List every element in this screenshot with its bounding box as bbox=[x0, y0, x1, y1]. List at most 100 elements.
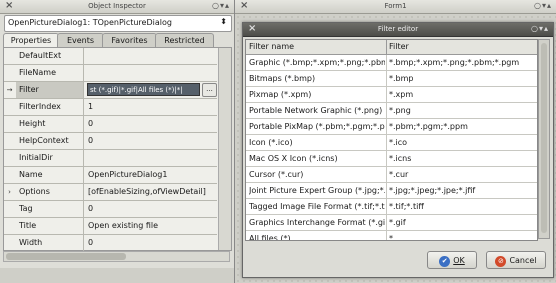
column-divider bbox=[386, 215, 387, 230]
table-row[interactable]: Cursor (*.cur) *.cur bbox=[246, 167, 537, 183]
ok-button-label: OK bbox=[453, 256, 465, 265]
property-row[interactable]: Title Open existing file bbox=[4, 218, 217, 235]
filter-name-cell[interactable]: Portable PixMap (*.pbm;*.pgm;*.ppm) bbox=[249, 119, 385, 134]
filter-name-cell[interactable]: Bitmaps (*.bmp) bbox=[249, 71, 385, 86]
filter-name-cell[interactable]: Graphics Interchange Format (*.gif) bbox=[249, 215, 385, 230]
property-row[interactable]: Name OpenPictureDialog1 bbox=[4, 167, 217, 184]
filter-cell[interactable]: *.jpg;*.jpeg;*.jpe;*.jfif bbox=[389, 183, 535, 198]
property-value[interactable] bbox=[85, 48, 217, 64]
component-selector[interactable]: OpenPictureDialog1: TOpenPictureDialog ⬍ bbox=[4, 15, 232, 32]
window-controls-icon[interactable]: ○▾▴ bbox=[212, 1, 230, 10]
property-grid-scrollbar[interactable] bbox=[218, 48, 231, 250]
tab-events[interactable]: Events bbox=[57, 33, 104, 47]
row-marker bbox=[4, 235, 15, 251]
filter-name-cell[interactable]: Mac OS X Icon (*.icns) bbox=[249, 151, 385, 166]
filter-name-cell[interactable]: Portable Network Graphic (*.png) bbox=[249, 103, 385, 118]
table-row[interactable]: Portable PixMap (*.pbm;*.pgm;*.ppm) *.pb… bbox=[246, 119, 537, 135]
property-value[interactable]: 1 bbox=[85, 99, 217, 115]
filter-table-scrollbar[interactable] bbox=[538, 39, 550, 239]
table-row[interactable]: Bitmaps (*.bmp) *.bmp bbox=[246, 71, 537, 87]
property-value[interactable]: 0 bbox=[85, 201, 217, 217]
filter-cell[interactable]: *.bmp;*.xpm;*.png;*.pbm;*.pgm bbox=[389, 55, 535, 70]
property-row[interactable]: Height 0 bbox=[4, 116, 217, 133]
ellipsis-button[interactable]: ... bbox=[202, 83, 217, 97]
row-marker bbox=[4, 65, 15, 81]
property-name: FileName bbox=[16, 65, 84, 81]
filter-table-header: Filter name Filter bbox=[246, 40, 537, 55]
filter-name-cell[interactable]: Pixmap (*.xpm) bbox=[249, 87, 385, 102]
scrollbar-thumb[interactable] bbox=[6, 253, 126, 260]
property-row[interactable]: Tag 0 bbox=[4, 201, 217, 218]
checkmark-icon: ✔ bbox=[439, 255, 451, 267]
window-title: Form1 bbox=[384, 2, 407, 10]
ok-button[interactable]: ✔ OK bbox=[427, 251, 477, 269]
property-row[interactable]: › Options [ofEnableSizing,ofViewDetail] bbox=[4, 184, 217, 201]
tab-favorites[interactable]: Favorites bbox=[102, 33, 157, 47]
table-row[interactable]: Graphic (*.bmp;*.xpm;*.png;*.pbm;*.pgm;*… bbox=[246, 55, 537, 71]
filter-name-cell[interactable]: Graphic (*.bmp;*.xpm;*.png;*.pbm;*.pgm;*… bbox=[249, 55, 385, 70]
current-row-arrow-icon: → bbox=[6, 86, 13, 94]
row-marker bbox=[4, 167, 15, 183]
column-header-filter[interactable]: Filter bbox=[389, 42, 409, 51]
table-row[interactable]: Icon (*.ico) *.ico bbox=[246, 135, 537, 151]
property-row[interactable]: FileName bbox=[4, 65, 217, 82]
table-row[interactable]: Pixmap (*.xpm) *.xpm bbox=[246, 87, 537, 103]
inspector-bottom-panel bbox=[0, 268, 234, 283]
property-value[interactable]: 0 bbox=[85, 235, 217, 251]
filter-name-cell[interactable]: Joint Picture Expert Group (*.jpg;*.jpeg… bbox=[249, 183, 385, 198]
tab-properties[interactable]: Properties bbox=[3, 33, 59, 48]
filter-cell[interactable]: * bbox=[389, 231, 535, 240]
column-divider bbox=[386, 231, 387, 240]
property-row[interactable]: FilterIndex 1 bbox=[4, 99, 217, 116]
filter-name-cell[interactable]: Tagged Image File Format (*.tif;*.tiff) bbox=[249, 199, 385, 214]
table-row[interactable]: All files (*) * bbox=[246, 231, 537, 240]
property-name: HelpContext bbox=[16, 133, 84, 149]
column-header-filter-name[interactable]: Filter name bbox=[249, 42, 294, 51]
filter-name-cell[interactable]: Icon (*.ico) bbox=[249, 135, 385, 150]
property-name: Height bbox=[16, 116, 84, 132]
filter-cell[interactable]: *.gif bbox=[389, 215, 535, 230]
property-row[interactable]: DefaultExt bbox=[4, 48, 217, 65]
table-row[interactable]: Mac OS X Icon (*.icns) *.icns bbox=[246, 151, 537, 167]
filter-value-editor[interactable]: st (*.gif)|*.gif|All files (*)|*| bbox=[87, 83, 200, 96]
filter-name-cell[interactable]: All files (*) bbox=[249, 231, 385, 240]
horizontal-scrollbar[interactable] bbox=[3, 251, 230, 262]
expand-arrow-icon[interactable]: › bbox=[4, 184, 15, 200]
filter-cell[interactable]: *.ico bbox=[389, 135, 535, 150]
scrollbar-thumb[interactable] bbox=[541, 43, 547, 233]
property-value[interactable] bbox=[85, 65, 217, 81]
filter-cell[interactable]: *.png bbox=[389, 103, 535, 118]
property-name: Options bbox=[16, 184, 84, 200]
property-row[interactable]: InitialDir bbox=[4, 150, 217, 167]
property-value[interactable]: [ofEnableSizing,ofViewDetail] bbox=[85, 184, 217, 200]
filter-cell[interactable]: *.bmp bbox=[389, 71, 535, 86]
window-controls-icon[interactable]: ○▾▴ bbox=[531, 24, 549, 33]
table-row[interactable]: Tagged Image File Format (*.tif;*.tiff) … bbox=[246, 199, 537, 215]
filter-cell[interactable]: *.icns bbox=[389, 151, 535, 166]
window-controls-icon[interactable]: ○▾▴ bbox=[534, 1, 552, 10]
table-row[interactable]: Graphics Interchange Format (*.gif) *.gi… bbox=[246, 215, 537, 231]
table-row[interactable]: Joint Picture Expert Group (*.jpg;*.jpeg… bbox=[246, 183, 537, 199]
tab-restricted[interactable]: Restricted bbox=[155, 33, 214, 47]
filter-cell[interactable]: *.xpm bbox=[389, 87, 535, 102]
row-marker bbox=[4, 48, 15, 64]
property-value[interactable]: Open existing file bbox=[85, 218, 217, 234]
column-divider bbox=[386, 103, 387, 118]
property-value[interactable]: 0 bbox=[85, 116, 217, 132]
column-divider bbox=[386, 87, 387, 102]
property-value[interactable] bbox=[85, 150, 217, 166]
filter-cell[interactable]: *.pbm;*.pgm;*.ppm bbox=[389, 119, 535, 134]
column-divider[interactable] bbox=[386, 40, 387, 54]
property-value[interactable]: OpenPictureDialog1 bbox=[85, 167, 217, 183]
property-row[interactable]: HelpContext 0 bbox=[4, 133, 217, 150]
cancel-button[interactable]: ⊘ Cancel bbox=[486, 251, 546, 269]
row-marker bbox=[4, 99, 15, 115]
filter-cell[interactable]: *.tif;*.tiff bbox=[389, 199, 535, 214]
table-row[interactable]: Portable Network Graphic (*.png) *.png bbox=[246, 103, 537, 119]
column-divider bbox=[386, 151, 387, 166]
property-value[interactable]: 0 bbox=[85, 133, 217, 149]
property-row[interactable]: Width 0 bbox=[4, 235, 217, 251]
filter-cell[interactable]: *.cur bbox=[389, 167, 535, 182]
filter-name-cell[interactable]: Cursor (*.cur) bbox=[249, 167, 385, 182]
property-row-selected[interactable]: → Filter st (*.gif)|*.gif|All files (*)|… bbox=[4, 82, 217, 99]
